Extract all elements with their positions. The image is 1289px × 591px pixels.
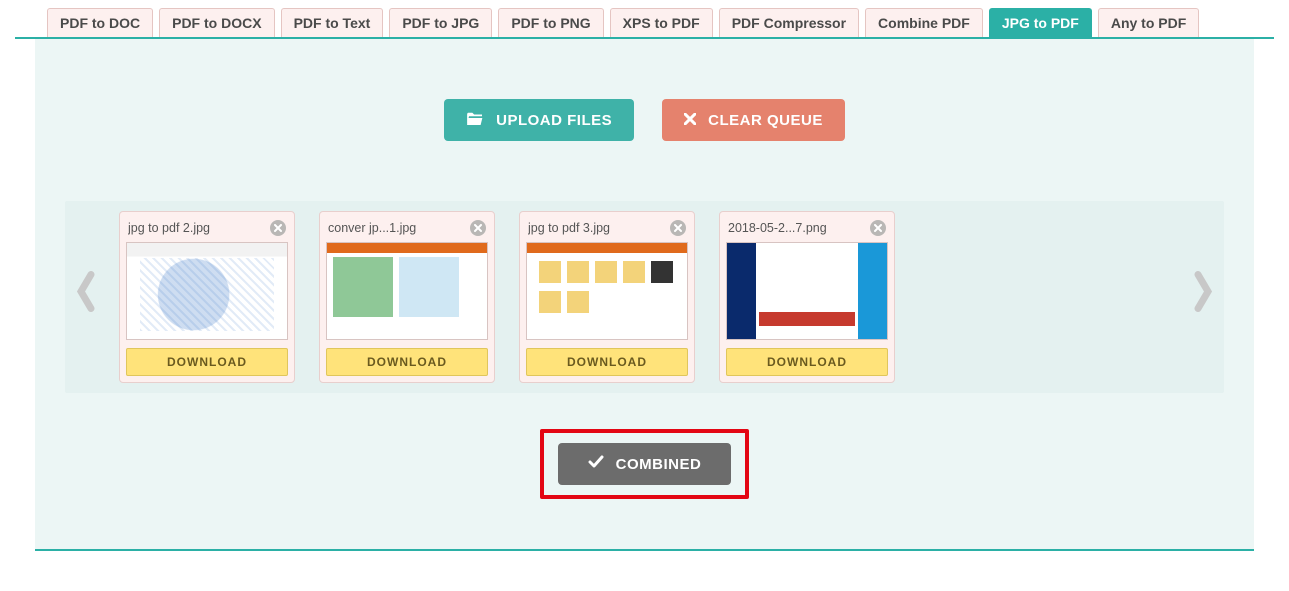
remove-file-button[interactable] bbox=[470, 220, 486, 236]
tab-pdf-to-doc[interactable]: PDF to DOC bbox=[47, 8, 153, 37]
tab-pdf-compressor[interactable]: PDF Compressor bbox=[719, 8, 859, 37]
combined-row: COMBINED bbox=[65, 429, 1224, 499]
remove-file-button[interactable] bbox=[270, 220, 286, 236]
carousel-next-button[interactable] bbox=[1194, 271, 1214, 324]
combined-button[interactable]: COMBINED bbox=[558, 443, 732, 485]
tab-any-to-pdf[interactable]: Any to PDF bbox=[1098, 8, 1199, 37]
file-card-header: conver jp...1.jpg bbox=[326, 218, 488, 242]
file-card: 2018-05-2...7.png DOWNLOAD bbox=[719, 211, 895, 383]
upload-files-button[interactable]: UPLOAD FILES bbox=[444, 99, 634, 141]
file-thumbnail bbox=[326, 242, 488, 340]
file-card: jpg to pdf 3.jpg DOWNLOAD bbox=[519, 211, 695, 383]
close-icon bbox=[684, 112, 696, 129]
remove-file-button[interactable] bbox=[870, 220, 886, 236]
download-button[interactable]: DOWNLOAD bbox=[726, 348, 888, 376]
tab-combine-pdf[interactable]: Combine PDF bbox=[865, 8, 983, 37]
conversion-tabs: PDF to DOCPDF to DOCXPDF to TextPDF to J… bbox=[15, 0, 1274, 39]
file-queue: jpg to pdf 2.jpgDOWNLOADconver jp...1.jp… bbox=[65, 201, 1224, 393]
upload-files-label: UPLOAD FILES bbox=[496, 112, 612, 129]
tab-jpg-to-pdf[interactable]: JPG to PDF bbox=[989, 8, 1092, 37]
file-card-header: jpg to pdf 2.jpg bbox=[126, 218, 288, 242]
tab-pdf-to-png[interactable]: PDF to PNG bbox=[498, 8, 603, 37]
file-name: jpg to pdf 2.jpg bbox=[128, 221, 210, 235]
file-name: 2018-05-2...7.png bbox=[728, 221, 827, 235]
file-name: jpg to pdf 3.jpg bbox=[528, 221, 610, 235]
tab-pdf-to-text[interactable]: PDF to Text bbox=[281, 8, 384, 37]
file-thumbnail bbox=[726, 242, 888, 340]
clear-queue-label: CLEAR QUEUE bbox=[708, 112, 823, 129]
tab-xps-to-pdf[interactable]: XPS to PDF bbox=[610, 8, 713, 37]
tab-pdf-to-jpg[interactable]: PDF to JPG bbox=[389, 8, 492, 37]
clear-queue-button[interactable]: CLEAR QUEUE bbox=[662, 99, 845, 141]
file-name: conver jp...1.jpg bbox=[328, 221, 416, 235]
tab-pdf-to-docx[interactable]: PDF to DOCX bbox=[159, 8, 274, 37]
carousel-prev-button[interactable] bbox=[75, 271, 95, 324]
combined-label: COMBINED bbox=[616, 456, 702, 473]
download-button[interactable]: DOWNLOAD bbox=[526, 348, 688, 376]
main-panel: UPLOAD FILES CLEAR QUEUE jpg to pdf 2.jp… bbox=[35, 39, 1254, 551]
download-button[interactable]: DOWNLOAD bbox=[326, 348, 488, 376]
file-thumbnail bbox=[126, 242, 288, 340]
file-card-header: jpg to pdf 3.jpg bbox=[526, 218, 688, 242]
action-row: UPLOAD FILES CLEAR QUEUE bbox=[65, 99, 1224, 141]
folder-open-icon bbox=[466, 111, 484, 129]
remove-file-button[interactable] bbox=[670, 220, 686, 236]
highlight-annotation: COMBINED bbox=[540, 429, 750, 499]
check-icon bbox=[588, 455, 604, 473]
download-button[interactable]: DOWNLOAD bbox=[126, 348, 288, 376]
file-thumbnail bbox=[526, 242, 688, 340]
file-card: jpg to pdf 2.jpg DOWNLOAD bbox=[119, 211, 295, 383]
file-card-header: 2018-05-2...7.png bbox=[726, 218, 888, 242]
file-card: conver jp...1.jpg DOWNLOAD bbox=[319, 211, 495, 383]
